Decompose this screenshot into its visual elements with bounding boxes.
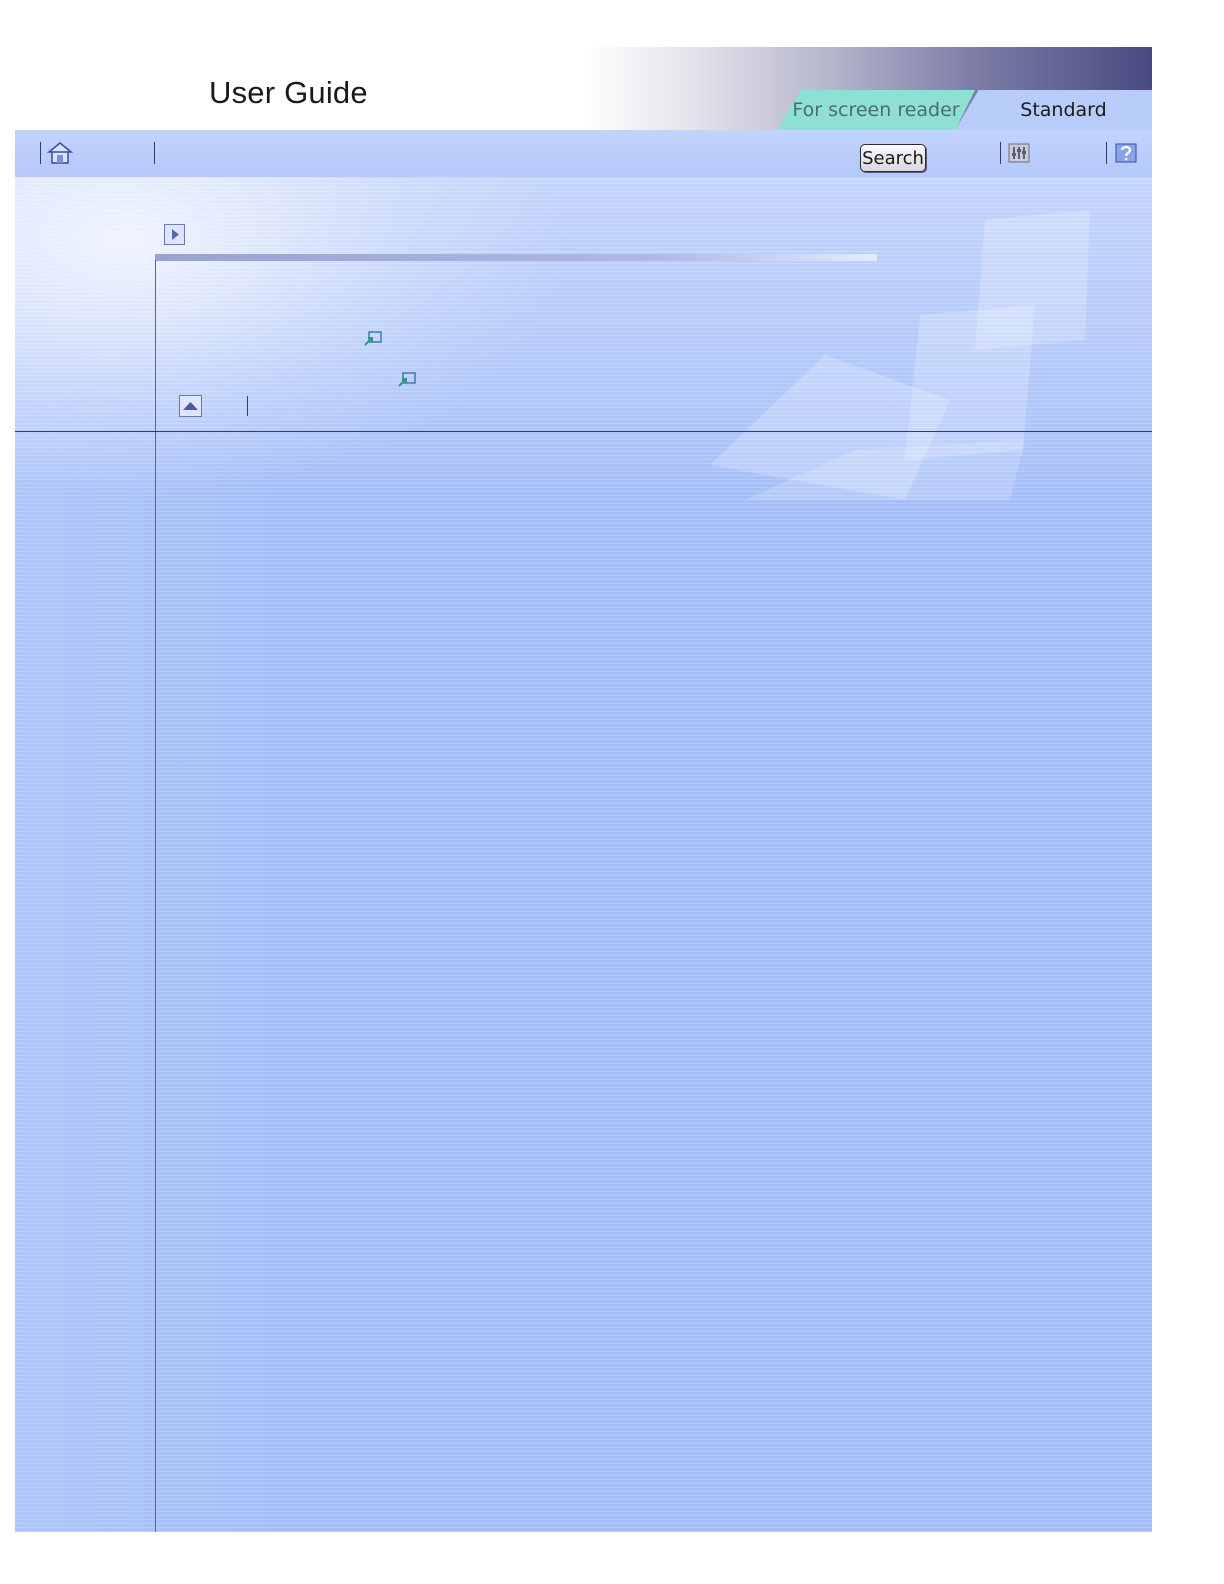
home-icon[interactable] bbox=[46, 140, 74, 166]
up-arrow-icon bbox=[183, 402, 198, 410]
section-heading-bar bbox=[155, 254, 877, 261]
tab-standard[interactable]: Standard bbox=[955, 90, 1152, 130]
section-divider bbox=[15, 431, 1152, 432]
content-left-border bbox=[155, 260, 156, 1532]
toolbar: Search bbox=[15, 130, 1152, 177]
help-icon[interactable] bbox=[1114, 142, 1138, 164]
settings-icon[interactable] bbox=[1007, 142, 1031, 164]
footer-separator bbox=[247, 396, 248, 416]
header-banner: User Guide For screen reader Standard bbox=[15, 47, 1152, 130]
main-content: Search bbox=[15, 130, 1152, 1532]
play-arrow-icon bbox=[172, 229, 179, 240]
page-frame: User Guide For screen reader Standard Se… bbox=[15, 47, 1152, 1532]
external-link-icon[interactable] bbox=[397, 371, 417, 394]
page-title: User Guide bbox=[209, 75, 368, 110]
toolbar-separator bbox=[154, 142, 155, 164]
search-button[interactable]: Search bbox=[860, 144, 926, 172]
toolbar-separator bbox=[1000, 142, 1001, 164]
expand-section-button[interactable] bbox=[164, 224, 185, 245]
background-highlight bbox=[15, 177, 575, 497]
tab-for-screen-reader[interactable]: For screen reader bbox=[777, 90, 975, 130]
back-to-top-button[interactable] bbox=[179, 395, 202, 417]
toolbar-separator bbox=[1106, 142, 1107, 164]
toolbar-separator bbox=[40, 142, 41, 164]
external-link-icon[interactable] bbox=[363, 330, 383, 353]
